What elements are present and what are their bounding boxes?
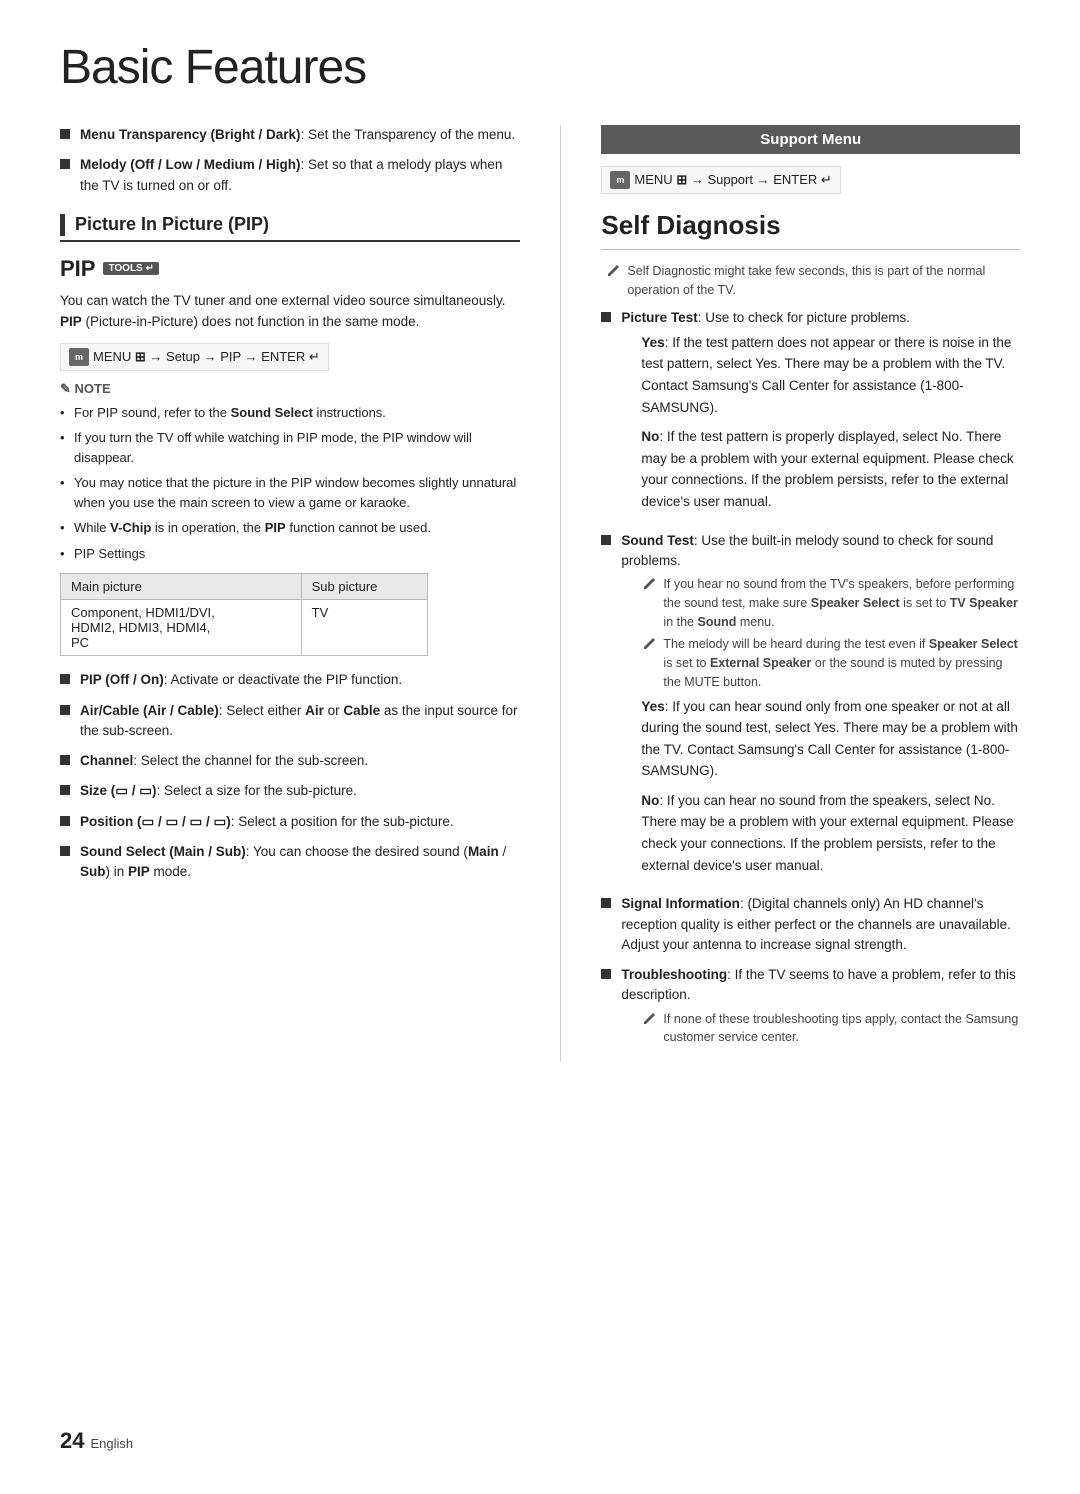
bullet-text: Sound Test: Use the built-in melody soun…: [621, 531, 1020, 885]
list-item: Picture Test: Use to check for picture p…: [601, 308, 1020, 521]
bullet-icon: [60, 755, 70, 765]
bullet-text: Size (▭ / ▭): Select a size for the sub-…: [80, 781, 357, 801]
support-nav-text: MENU ⊞ → Support → ENTER ↵: [634, 172, 831, 188]
pip-label: PIP: [60, 256, 95, 282]
note-item: You may notice that the picture in the P…: [60, 473, 520, 512]
page-footer: 24 English: [60, 1428, 133, 1454]
note-item: While V-Chip is in operation, the PIP fu…: [60, 518, 520, 538]
bullet-text: Air/Cable (Air / Cable): Select either A…: [80, 701, 520, 742]
list-item: Channel: Select the channel for the sub-…: [60, 751, 520, 771]
self-diag-intro: Self Diagnostic might take few seconds, …: [601, 262, 1020, 300]
self-diagnosis-title: Self Diagnosis: [601, 210, 1020, 250]
sound-test-yes: Yes: If you can hear sound only from one…: [641, 696, 1020, 782]
bullet-text: Menu Transparency (Bright / Dark): Set t…: [80, 125, 515, 145]
bullet-text: Signal Information: (Digital channels on…: [621, 894, 1020, 955]
note-list: For PIP sound, refer to the Sound Select…: [60, 403, 520, 564]
list-item: Position (▭ / ▭ / ▭ / ▭): Select a posit…: [60, 812, 520, 832]
section-bar-icon: [60, 214, 65, 236]
menu-icon: m: [69, 348, 89, 366]
pencil-icon: [605, 263, 621, 279]
bullet-text: Melody (Off / Low / Medium / High): Set …: [80, 155, 520, 196]
support-menu-nav: m MENU ⊞ → Support → ENTER ↵: [601, 166, 840, 194]
left-column: Menu Transparency (Bright / Dark): Set t…: [60, 125, 520, 1061]
pip-heading: PIP TOOLS ↵: [60, 256, 520, 282]
menu-icon: m: [610, 171, 630, 189]
note-item: For PIP sound, refer to the Sound Select…: [60, 403, 520, 423]
bullet-icon: [60, 705, 70, 715]
note-item: PIP Settings: [60, 544, 520, 564]
bullet-text: Channel: Select the channel for the sub-…: [80, 751, 368, 771]
bullet-icon: [601, 969, 611, 979]
note-item: If you turn the TV off while watching in…: [60, 428, 520, 467]
table-cell-main: Component, HDMI1/DVI,HDMI2, HDMI3, HDMI4…: [61, 600, 302, 656]
list-item: Sound Select (Main / Sub): You can choos…: [60, 842, 520, 883]
table-row: Component, HDMI1/DVI,HDMI2, HDMI3, HDMI4…: [61, 600, 428, 656]
sound-test-note-2: The melody will be heard during the test…: [641, 635, 1020, 691]
bullet-icon: [60, 129, 70, 139]
bullet-icon: [60, 816, 70, 826]
pip-section-title: Picture In Picture (PIP): [75, 214, 269, 235]
picture-test-no: No: If the test pattern is properly disp…: [641, 426, 1020, 512]
list-item: Air/Cable (Air / Cable): Select either A…: [60, 701, 520, 742]
page-number: 24: [60, 1428, 84, 1454]
bullet-icon: [601, 898, 611, 908]
page-title: Basic Features: [60, 40, 1020, 95]
right-column: Support Menu m MENU ⊞ → Support → ENTER …: [560, 125, 1020, 1061]
sound-test-no: No: If you can hear no sound from the sp…: [641, 790, 1020, 876]
bullet-icon: [60, 846, 70, 856]
list-item: Signal Information: (Digital channels on…: [601, 894, 1020, 955]
table-header-main: Main picture: [61, 574, 302, 600]
menu-nav-text: MENU ⊞ → Setup → PIP → ENTER ↵: [93, 349, 320, 365]
bullet-icon: [601, 535, 611, 545]
bullet-text: Sound Select (Main / Sub): You can choos…: [80, 842, 520, 883]
pip-section-header: Picture In Picture (PIP): [60, 214, 520, 242]
support-menu-header: Support Menu: [601, 125, 1020, 154]
pencil-icon: [641, 576, 657, 592]
bullet-icon: [601, 312, 611, 322]
bullet-text: Picture Test: Use to check for picture p…: [621, 308, 1020, 521]
note-label: ✎ NOTE: [60, 381, 520, 397]
pip-menu-nav: m MENU ⊞ → Setup → PIP → ENTER ↵: [60, 343, 329, 371]
bullet-text: Position (▭ / ▭ / ▭ / ▭): Select a posit…: [80, 812, 454, 832]
pencil-icon: [641, 1011, 657, 1027]
list-item: PIP (Off / On): Activate or deactivate t…: [60, 670, 520, 690]
bullet-text: PIP (Off / On): Activate or deactivate t…: [80, 670, 402, 690]
pip-note-section: ✎ NOTE For PIP sound, refer to the Sound…: [60, 381, 520, 564]
pip-table: Main picture Sub picture Component, HDMI…: [60, 573, 428, 656]
bullet-icon: [60, 785, 70, 795]
list-item: Troubleshooting: If the TV seems to have…: [601, 965, 1020, 1051]
pip-body-text: You can watch the TV tuner and one exter…: [60, 290, 520, 333]
list-item: Menu Transparency (Bright / Dark): Set t…: [60, 125, 520, 145]
list-item: Sound Test: Use the built-in melody soun…: [601, 531, 1020, 885]
list-item: Melody (Off / Low / Medium / High): Set …: [60, 155, 520, 196]
intro-text: Self Diagnostic might take few seconds, …: [627, 262, 1020, 300]
table-header-sub: Sub picture: [301, 574, 428, 600]
troubleshooting-note: If none of these troubleshooting tips ap…: [641, 1010, 1020, 1048]
tools-badge: TOOLS ↵: [103, 262, 158, 275]
list-item: Size (▭ / ▭): Select a size for the sub-…: [60, 781, 520, 801]
bullet-icon: [60, 159, 70, 169]
table-cell-sub: TV: [301, 600, 428, 656]
picture-test-yes: Yes: If the test pattern does not appear…: [641, 332, 1020, 418]
bullet-text: Troubleshooting: If the TV seems to have…: [621, 965, 1020, 1051]
pencil-icon: [641, 636, 657, 652]
sound-test-note-1: If you hear no sound from the TV's speak…: [641, 575, 1020, 631]
page-language: English: [90, 1436, 133, 1451]
bullet-icon: [60, 674, 70, 684]
